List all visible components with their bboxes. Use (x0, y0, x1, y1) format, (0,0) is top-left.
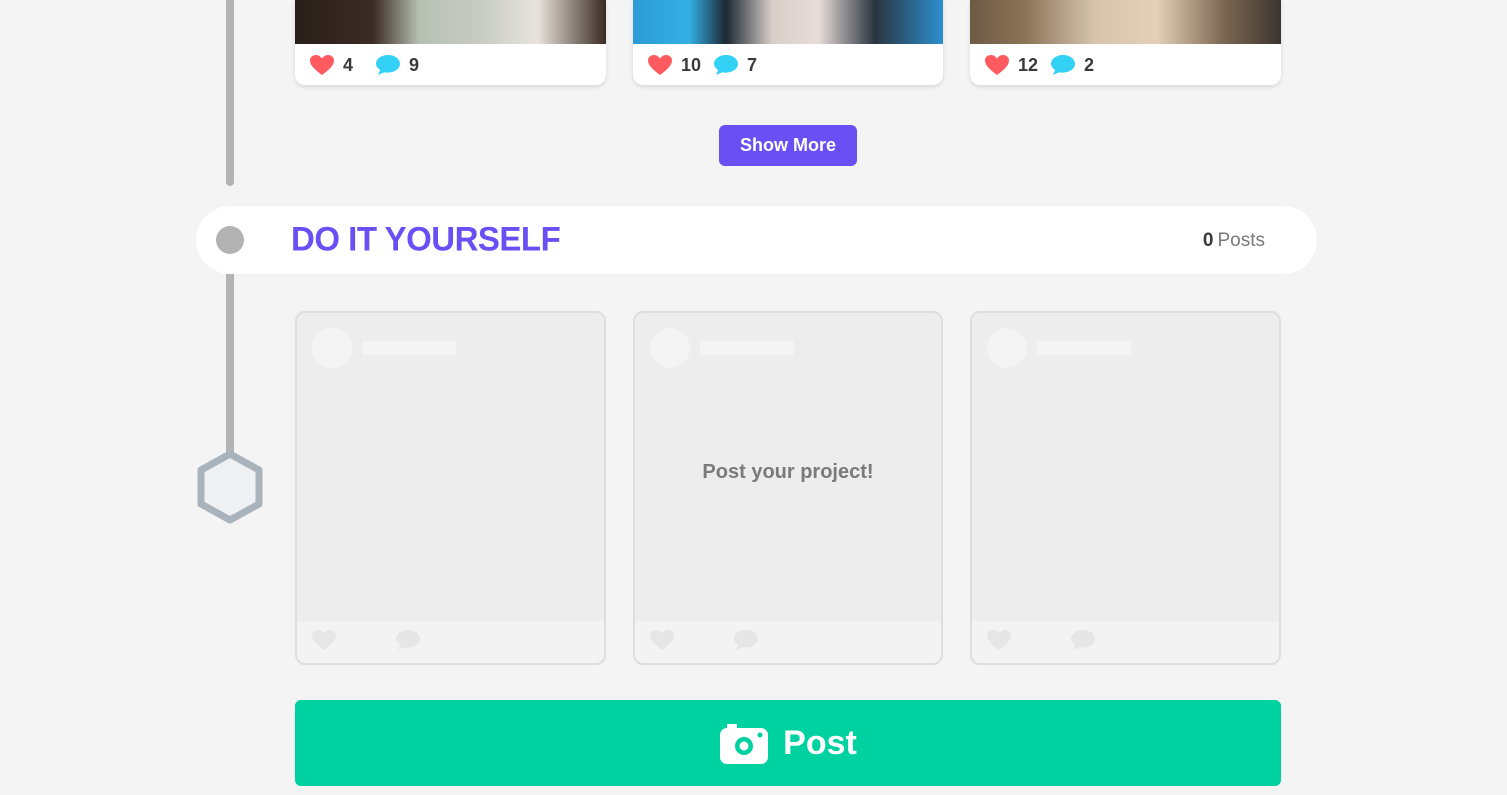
heart-icon (650, 630, 674, 650)
post-card[interactable]: 10 7 (633, 0, 943, 85)
section-header: DO IT YOURSELF 0 Posts (196, 206, 1317, 274)
post-photo[interactable] (295, 0, 606, 44)
placeholder-card (970, 311, 1281, 665)
post-count: 0 Posts (1203, 230, 1265, 252)
post-photo[interactable] (970, 0, 1281, 44)
like-count-value: 10 (681, 54, 702, 75)
post-button-label: Post (783, 723, 857, 762)
placeholder-name-line (362, 341, 456, 355)
post-photo[interactable] (633, 0, 943, 44)
post-card[interactable]: 4 9 (295, 0, 606, 85)
post-project-prompt[interactable]: Post your project! (635, 461, 941, 484)
like-count[interactable]: 12 (984, 54, 1050, 76)
comment-count[interactable]: 7 (713, 54, 757, 76)
speech-bubble-icon (376, 55, 400, 75)
hexagon-icon (197, 450, 263, 524)
placeholder-footer (635, 621, 941, 663)
post-button[interactable]: Post (295, 700, 1281, 786)
like-count[interactable]: 4 (309, 54, 375, 76)
comment-count[interactable]: 9 (375, 54, 419, 76)
timeline-line (226, 0, 234, 186)
post-card[interactable]: 12 2 (970, 0, 1281, 85)
placeholder-avatar (650, 328, 690, 368)
speech-bubble-icon (396, 630, 420, 650)
speech-bubble-icon (714, 55, 738, 75)
placeholder-card (295, 311, 606, 665)
placeholder-card[interactable]: Post your project! (633, 311, 943, 665)
like-count[interactable]: 10 (647, 54, 713, 76)
heart-icon (985, 55, 1009, 75)
like-count-value: 4 (343, 54, 354, 75)
show-more-button[interactable]: Show More (719, 125, 857, 166)
speech-bubble-icon (1071, 630, 1095, 650)
heart-icon (310, 55, 334, 75)
speech-bubble-icon (734, 630, 758, 650)
placeholder-footer (297, 621, 604, 663)
comment-count[interactable]: 2 (1050, 54, 1094, 76)
heart-icon (312, 630, 336, 650)
comment-count-value: 7 (747, 54, 758, 75)
heart-icon (987, 630, 1011, 650)
timeline-dot (216, 226, 244, 254)
post-count-value: 0 (1202, 230, 1214, 251)
placeholder-name-line (1037, 341, 1131, 355)
placeholder-name-line (700, 341, 794, 355)
placeholder-footer (972, 621, 1279, 663)
like-count-value: 12 (1018, 54, 1039, 75)
camera-icon (720, 724, 769, 764)
comment-count-value: 2 (1084, 54, 1095, 75)
speech-bubble-icon (1051, 55, 1075, 75)
heart-icon (648, 55, 672, 75)
placeholder-avatar (987, 328, 1027, 368)
post-count-label: Posts (1217, 230, 1265, 251)
placeholder-avatar (312, 328, 352, 368)
section-title: DO IT YOURSELF (291, 219, 561, 258)
comment-count-value: 9 (409, 54, 420, 75)
